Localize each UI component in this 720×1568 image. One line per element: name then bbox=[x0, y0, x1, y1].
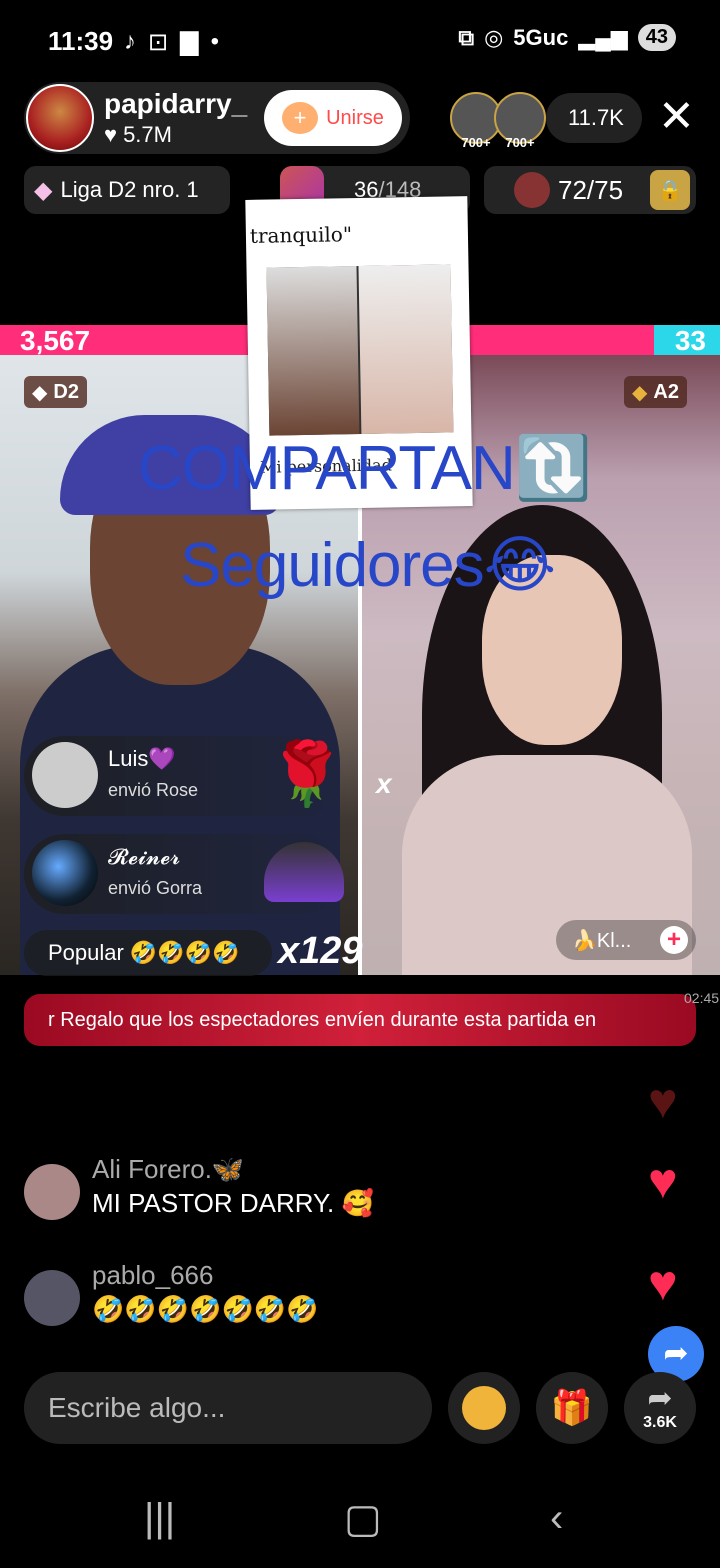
gift-combo-count: x129 bbox=[278, 930, 363, 972]
gift-sender-name: Luis💜 bbox=[108, 746, 176, 771]
right-score-fill: 33 bbox=[445, 325, 720, 356]
battery-indicator: 43 bbox=[637, 24, 676, 51]
join-label: Unirse bbox=[326, 106, 384, 129]
gift-sender-name: 𝓡𝓮𝓲𝓷𝓮𝓻 bbox=[108, 844, 181, 869]
host-info[interactable]: papidarry_ ♥ 5.7M + Unirse bbox=[24, 82, 410, 154]
home-icon[interactable]: ▢ bbox=[344, 1496, 382, 1542]
left-rank: D2 bbox=[53, 380, 79, 403]
host-avatar[interactable] bbox=[26, 84, 94, 152]
x-mark: x bbox=[376, 768, 392, 799]
commenter-avatar[interactable] bbox=[24, 1164, 80, 1220]
gold-goal-pill[interactable]: 72/75 🔒 bbox=[484, 166, 696, 214]
system-icons: ⧉ ◎ 5Guc ▂▄▆ 43 bbox=[458, 24, 676, 51]
lock-icon: 🔒 bbox=[650, 170, 690, 210]
recents-icon[interactable]: ||| bbox=[144, 1496, 175, 1541]
comment-input[interactable]: Escribe algo... bbox=[24, 1372, 432, 1444]
popular-pill[interactable]: Popular 🤣🤣🤣🤣 bbox=[24, 930, 272, 976]
comment-text: MI PASTOR DARRY. 🥰 bbox=[92, 1188, 374, 1218]
battle-timer: 02:45 bbox=[684, 990, 720, 1006]
league-pill[interactable]: ◆ Liga D2 nro. 1 bbox=[24, 166, 230, 214]
left-score: 3,567 bbox=[20, 325, 91, 356]
gift-notification: Luis💜 envió Rose 🌹 bbox=[24, 736, 346, 816]
tiktok-icon: ♪ bbox=[124, 28, 136, 55]
dot-icon: • bbox=[210, 28, 219, 55]
follow-opponent-button[interactable]: + bbox=[660, 926, 688, 954]
heart-icon: ♥ bbox=[104, 122, 118, 147]
share-button[interactable]: ➦ 3.6K bbox=[624, 1372, 696, 1444]
gold-goal-avatar bbox=[514, 172, 550, 208]
viewer-badge: 700+ bbox=[461, 135, 491, 150]
left-rank-badge: ◆ D2 bbox=[24, 376, 87, 408]
right-score: 33 bbox=[674, 325, 706, 356]
gift-notification: 𝓡𝓮𝓲𝓷𝓮𝓻 envió Gorra bbox=[24, 834, 344, 914]
folder-icon: ▇ bbox=[180, 29, 199, 56]
commenter-name: Ali Forero.🦋 bbox=[92, 1154, 245, 1184]
heart-icon: ♥ bbox=[648, 1153, 678, 1209]
commenter-name: pablo_666 bbox=[92, 1260, 214, 1290]
signal-icon: ▂▄▆ bbox=[578, 24, 628, 50]
top-viewers[interactable]: 700+ 700+ 11.7K bbox=[450, 92, 642, 150]
comment-item[interactable]: pablo_666 🤣🤣🤣🤣🤣🤣🤣 bbox=[24, 1260, 624, 1330]
comment-item[interactable]: Ali Forero.🦋 MI PASTOR DARRY. 🥰 bbox=[24, 1154, 624, 1224]
gift-icon: 🎁 bbox=[550, 1389, 594, 1427]
share-count: 3.6K bbox=[643, 1414, 677, 1431]
share-icon: ➦ bbox=[647, 1382, 673, 1415]
post-caption: tranquilo" bbox=[249, 222, 353, 248]
gift-sender-avatar bbox=[32, 840, 98, 906]
host-likes: ♥ 5.7M bbox=[104, 122, 172, 148]
system-nav-bar: ||| ▢ ‹ bbox=[0, 1480, 720, 1568]
clock: 11:39 bbox=[48, 26, 114, 56]
cast-icon: ⧉ bbox=[458, 24, 475, 50]
viewer-count[interactable]: 11.7K bbox=[546, 93, 642, 143]
screenshot-icon: ⊡ bbox=[148, 29, 169, 56]
right-rank: A2 bbox=[653, 380, 679, 403]
coin-button[interactable] bbox=[448, 1372, 520, 1444]
team-heart-icon: + bbox=[282, 102, 319, 134]
gift-button[interactable]: 🎁 bbox=[536, 1372, 608, 1444]
post-screenshot-right bbox=[358, 264, 454, 434]
viewer-avatar[interactable]: 700+ bbox=[494, 92, 546, 150]
comment-text: 🤣🤣🤣🤣🤣🤣🤣 bbox=[92, 1294, 319, 1324]
status-bar: 11:39 ♪ ⊡ ▇ • ⧉ ◎ 5Guc ▂▄▆ 43 bbox=[0, 0, 720, 80]
cap-icon bbox=[264, 842, 344, 902]
join-button[interactable]: + Unirse bbox=[264, 90, 402, 146]
league-label: Liga D2 nro. 1 bbox=[60, 177, 199, 202]
viewer-badge: 700+ bbox=[505, 135, 535, 150]
heart-icon: ♥ bbox=[648, 1073, 678, 1129]
post-screenshot bbox=[266, 264, 454, 436]
gift-action: envió Rose bbox=[108, 780, 199, 800]
diamond-icon: ◆ bbox=[632, 381, 648, 404]
banner-text: r Regalo que los espectadores envíen dur… bbox=[48, 1008, 597, 1031]
host-name: papidarry_ bbox=[104, 88, 248, 119]
battle-banner: r Regalo que los espectadores envíen dur… bbox=[24, 994, 696, 1046]
gift-sender-avatar bbox=[32, 742, 98, 808]
gold-goal-value: 72/75 bbox=[558, 174, 624, 205]
right-rank-badge: ◆ A2 bbox=[624, 376, 687, 408]
rose-icon: 🌹 bbox=[268, 740, 346, 809]
commenter-avatar[interactable] bbox=[24, 1270, 80, 1326]
popular-label: Popular bbox=[48, 940, 124, 965]
back-icon[interactable]: ‹ bbox=[550, 1496, 563, 1541]
coin-icon bbox=[462, 1386, 506, 1430]
diamond-icon: ◆ bbox=[32, 381, 48, 404]
overlay-text-line2: Seguidores😂 bbox=[180, 531, 556, 600]
overlay-text-line1: COMPARTAN🔃 bbox=[138, 434, 592, 503]
likes-count: 5.7M bbox=[123, 122, 172, 147]
close-icon[interactable]: ✕ bbox=[658, 94, 695, 140]
notification-icons: ♪ ⊡ ▇ • bbox=[124, 28, 219, 57]
heart-icon: ♥ bbox=[648, 1255, 678, 1311]
hotspot-icon: ◎ bbox=[484, 24, 504, 50]
popular-emojis: 🤣🤣🤣🤣 bbox=[129, 940, 240, 965]
network-label: 5Guc bbox=[513, 24, 569, 50]
gift-action: envió Gorra bbox=[108, 878, 203, 898]
post-screenshot-left bbox=[266, 266, 360, 436]
diamond-icon: ◆ bbox=[34, 176, 53, 204]
opponent-tag-label: 🍌Kl... bbox=[572, 929, 632, 952]
